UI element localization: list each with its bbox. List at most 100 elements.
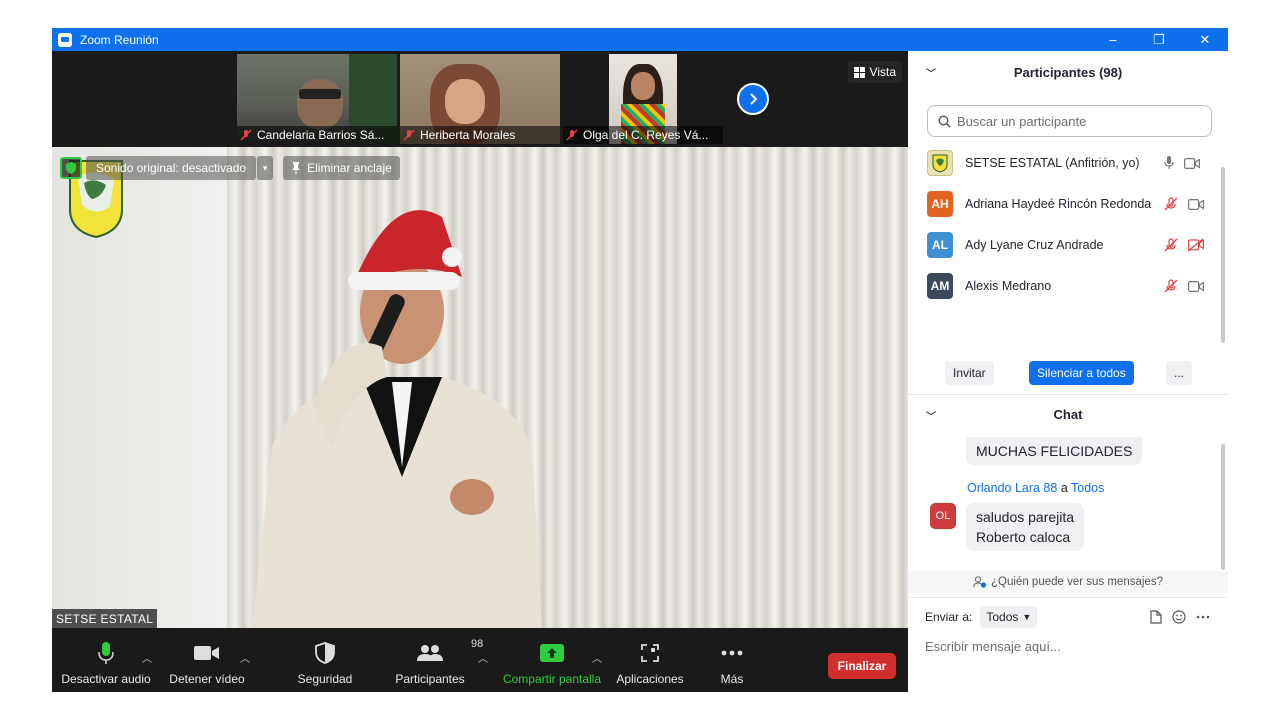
zoom-window: Zoom Reunión – ❐ ✕ Candelaria Barrios Sá… — [52, 28, 1228, 692]
mic-off-icon[interactable] — [1164, 197, 1178, 211]
end-meeting-button[interactable]: Finalizar — [828, 653, 896, 679]
chevron-right-icon — [750, 93, 758, 105]
more-dots-icon[interactable] — [1196, 615, 1210, 619]
union-logo-icon — [932, 154, 948, 173]
close-button[interactable]: ✕ — [1182, 28, 1228, 51]
view-button[interactable]: Vista — [847, 61, 902, 83]
title-bar: Zoom Reunión – ❐ ✕ — [52, 28, 1228, 51]
pin-icon — [292, 162, 301, 174]
who-can-see-link[interactable]: ¿Quién puede ver sus mensajes? — [908, 571, 1228, 593]
collapse-chat-icon[interactable]: ﹀ — [926, 408, 936, 423]
apps-button[interactable]: Aplicaciones — [614, 628, 686, 692]
video-camera-icon[interactable] — [1188, 198, 1204, 210]
thumbnail-name: Heriberta Morales — [420, 128, 516, 142]
share-screen-button[interactable]: Compartir pantalla — [500, 628, 604, 692]
participant-name: Alexis Medrano — [965, 279, 1052, 293]
participant-name: SETSE ESTATAL (Anfitrión, yo) — [965, 156, 1140, 170]
microphone-icon — [98, 642, 114, 664]
mic-off-icon — [240, 129, 252, 141]
avatar: AM — [927, 273, 953, 299]
file-icon[interactable] — [1150, 610, 1162, 624]
search-icon — [938, 114, 951, 128]
thumbnail-name: Olga del C. Reyes Vá... — [583, 128, 709, 142]
speaker-name-label: SETSE ESTATAL — [52, 609, 158, 628]
person-info-icon — [973, 576, 987, 588]
mic-off-icon[interactable] — [1164, 279, 1178, 293]
video-camera-icon[interactable] — [1184, 157, 1200, 169]
meeting-controls: Desactivar audio ︿ Detener vídeo ︿ Segur… — [52, 628, 908, 692]
chat-message-bubble: MUCHAS FELICIDADES — [966, 437, 1143, 465]
chat-message-bubble: saludos parejita Roberto caloca — [966, 503, 1085, 551]
emoji-icon[interactable] — [1172, 610, 1186, 624]
main-video: Sonido original: desactivado ▾ Eliminar … — [52, 147, 908, 628]
video-off-icon[interactable] — [1188, 239, 1204, 251]
more-button[interactable]: Más — [712, 628, 752, 692]
avatar — [927, 150, 953, 176]
thumbnail-strip: Candelaria Barrios Sá... Heriberta Moral… — [52, 51, 908, 147]
minimize-button[interactable]: – — [1090, 28, 1136, 51]
chat-scrollbar[interactable] — [1221, 444, 1225, 570]
participants-icon — [417, 645, 443, 661]
avatar: AL — [927, 232, 953, 258]
participants-list: SETSE ESTATAL (Anfitrión, yo) AH Adriana… — [908, 143, 1228, 315]
participants-count: 98 — [471, 638, 484, 650]
next-page-button[interactable] — [737, 83, 769, 115]
chat-sender[interactable]: Orlando Lara 88 — [967, 481, 1057, 495]
meeting-area: Candelaria Barrios Sá... Heriberta Moral… — [52, 51, 908, 692]
chat-header: ﹀ Chat — [926, 406, 1083, 424]
chat-message-input[interactable]: Escribir mensaje aquí... — [925, 639, 1061, 654]
mute-all-button[interactable]: Silenciar a todos — [1029, 361, 1134, 385]
send-to-label: Enviar a: — [925, 610, 973, 624]
original-sound-button[interactable]: Sonido original: desactivado — [86, 156, 257, 180]
video-camera-icon — [194, 646, 219, 660]
restore-button[interactable]: ❐ — [1136, 28, 1182, 51]
invite-button[interactable]: Invitar — [945, 361, 994, 385]
mic-off-icon — [403, 129, 415, 141]
participant-name: Adriana Haydeé Rincón Redonda — [965, 197, 1152, 211]
audio-options-caret[interactable]: ︿ — [142, 650, 152, 665]
participant-row[interactable]: AM Alexis Medrano — [908, 266, 1218, 306]
share-options-caret[interactable]: ︿ — [592, 650, 602, 665]
stop-video-button[interactable]: Detener vídeo — [168, 628, 246, 692]
chevron-down-icon: ▼ — [1022, 612, 1032, 622]
send-to-select[interactable]: Todos ▼ — [980, 606, 1038, 628]
avatar: OL — [930, 503, 956, 529]
participant-thumbnail[interactable]: Olga del C. Reyes Vá... — [563, 54, 723, 144]
thumbnail-name: Candelaria Barrios Sá... — [257, 128, 385, 142]
apps-icon — [641, 644, 659, 662]
participants-options-caret[interactable]: ︿ — [478, 650, 488, 665]
participants-scrollbar[interactable] — [1221, 167, 1225, 343]
original-sound-dropdown[interactable]: ▾ — [257, 156, 274, 180]
share-screen-icon — [540, 644, 564, 662]
encryption-shield-button[interactable] — [60, 157, 82, 179]
participant-thumbnail[interactable]: Candelaria Barrios Sá... — [237, 54, 397, 144]
participant-row[interactable]: AL Ady Lyane Cruz Andrade — [908, 225, 1218, 265]
participants-header: ﹀ Participantes (98) — [926, 64, 1123, 81]
grid-icon — [853, 66, 865, 78]
video-options-caret[interactable]: ︿ — [240, 650, 250, 665]
participants-button[interactable]: 98 Participantes — [392, 628, 483, 692]
singer-figure-icon — [252, 210, 542, 628]
chevron-down-icon: ▾ — [262, 162, 268, 173]
participants-more-button[interactable]: ... — [1166, 361, 1193, 385]
side-panel: ﹀ Participantes (98) Buscar un participa… — [908, 51, 1228, 692]
participant-thumbnail[interactable]: Heriberta Morales — [400, 54, 560, 144]
video-camera-icon[interactable] — [1188, 280, 1204, 292]
participant-name: Ady Lyane Cruz Andrade — [965, 238, 1104, 252]
mic-off-icon — [566, 129, 578, 141]
microphone-icon[interactable] — [1164, 156, 1174, 170]
mute-button[interactable]: Desactivar audio — [61, 628, 151, 692]
zoom-logo-icon — [58, 32, 72, 47]
more-dots-icon — [721, 650, 743, 656]
security-button[interactable]: Seguridad — [292, 628, 358, 692]
collapse-participants-icon[interactable]: ﹀ — [926, 65, 936, 80]
mic-off-icon[interactable] — [1164, 238, 1178, 252]
participant-row[interactable]: SETSE ESTATAL (Anfitrión, yo) — [908, 143, 1218, 183]
chat-message-meta: Orlando Lara 88 a Todos — [967, 481, 1105, 495]
participant-row[interactable]: AH Adriana Haydeé Rincón Redonda — [908, 184, 1218, 224]
window-title: Zoom Reunión — [80, 32, 159, 47]
unpin-button[interactable]: Eliminar anclaje — [283, 156, 400, 180]
participant-search-input[interactable]: Buscar un participante — [927, 105, 1212, 137]
chat-recipient: Todos — [1071, 481, 1105, 495]
shield-icon — [315, 642, 335, 664]
